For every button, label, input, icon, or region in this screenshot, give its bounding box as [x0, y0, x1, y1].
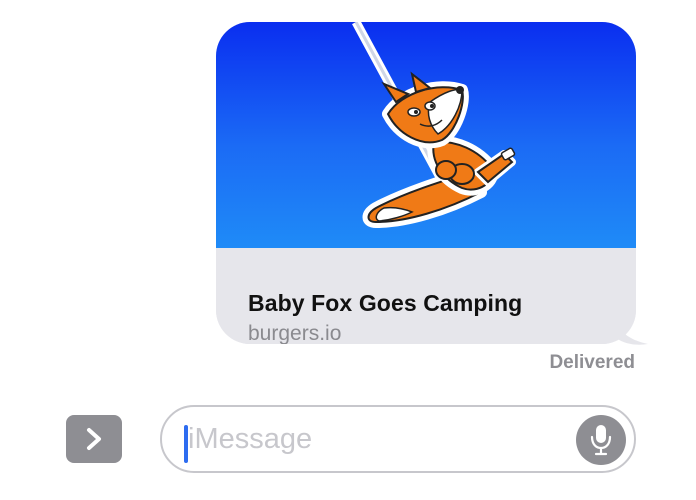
microphone-icon	[590, 425, 612, 456]
messages-screen: Baby Fox Goes Camping burgers.io Deliver…	[0, 0, 696, 500]
link-preview-bubble[interactable]: Baby Fox Goes Camping burgers.io	[216, 22, 636, 344]
baby-fox-illustration	[352, 22, 516, 228]
message-input[interactable]: iMessage	[160, 405, 636, 473]
expand-apps-button[interactable]	[66, 415, 122, 463]
delivery-status: Delivered	[549, 352, 635, 373]
preview-image	[216, 22, 636, 248]
dictation-button[interactable]	[576, 415, 626, 465]
preview-caption: Baby Fox Goes Camping burgers.io	[216, 248, 636, 344]
preview-title: Baby Fox Goes Camping	[248, 290, 523, 316]
chevron-right-icon	[87, 428, 101, 450]
bubble-tail	[614, 318, 648, 345]
message-input-placeholder: iMessage	[188, 423, 313, 455]
preview-domain: burgers.io	[248, 322, 342, 344]
